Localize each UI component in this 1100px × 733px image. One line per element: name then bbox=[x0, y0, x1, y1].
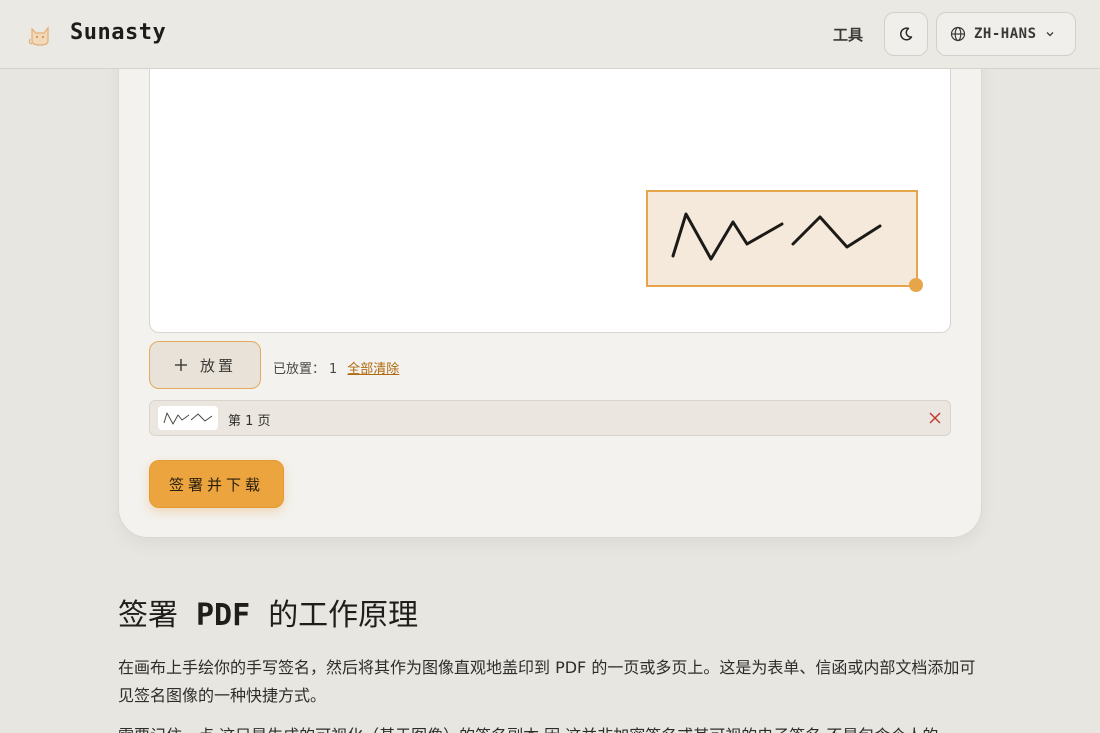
resize-handle[interactable] bbox=[909, 278, 923, 292]
heading-pre: 签署 bbox=[118, 598, 178, 633]
cat-logo-icon[interactable] bbox=[26, 19, 56, 49]
heading-post: 的工作原理 bbox=[268, 598, 419, 633]
plus-icon bbox=[174, 359, 187, 371]
nav-tools-link[interactable]: 工具 bbox=[833, 24, 863, 45]
placed-label: 已放置： bbox=[273, 362, 326, 377]
theme-toggle-button[interactable] bbox=[884, 12, 928, 56]
place-button[interactable]: 放置 bbox=[149, 341, 261, 389]
signature-thumbnail bbox=[158, 406, 218, 430]
sign-download-button[interactable]: 签署并下载 bbox=[149, 460, 284, 508]
signature-drawing bbox=[671, 212, 882, 261]
note-paragraph: 需要记住一点 这只是生成的可视化（基于图像）的签名副本 因 这并非加密签名或其可… bbox=[118, 722, 988, 733]
language-selector[interactable]: ZH-HANS bbox=[936, 12, 1076, 56]
close-icon[interactable] bbox=[928, 411, 942, 425]
brand-name[interactable]: Sunasty bbox=[70, 20, 166, 45]
page-label: 第 1 页 bbox=[228, 414, 271, 429]
how-it-works-heading: 签署 PDF 的工作原理 bbox=[118, 590, 418, 634]
placed-count: 1 bbox=[329, 362, 338, 377]
language-label: ZH-HANS bbox=[974, 26, 1037, 42]
chevron-down-icon bbox=[1046, 32, 1053, 37]
top-header: Sunasty 工具 ZH-HANS bbox=[0, 0, 1100, 69]
page-list-item: 第 1 页 bbox=[149, 400, 951, 436]
placed-signature[interactable] bbox=[646, 190, 918, 287]
heading-pdf: PDF bbox=[196, 598, 251, 633]
moon-icon bbox=[900, 27, 913, 41]
clear-all-link[interactable]: 全部清除 bbox=[347, 362, 399, 377]
intro-paragraph: 在画布上手绘你的手写签名，然后将其作为图像直观地盖印到 PDF 的一页或多页上。… bbox=[118, 658, 976, 705]
place-button-label: 放置 bbox=[199, 356, 236, 375]
pdf-page-canvas[interactable] bbox=[149, 40, 951, 333]
globe-icon bbox=[950, 26, 966, 42]
placed-status: 已放置： 1 全部清除 bbox=[273, 358, 399, 377]
